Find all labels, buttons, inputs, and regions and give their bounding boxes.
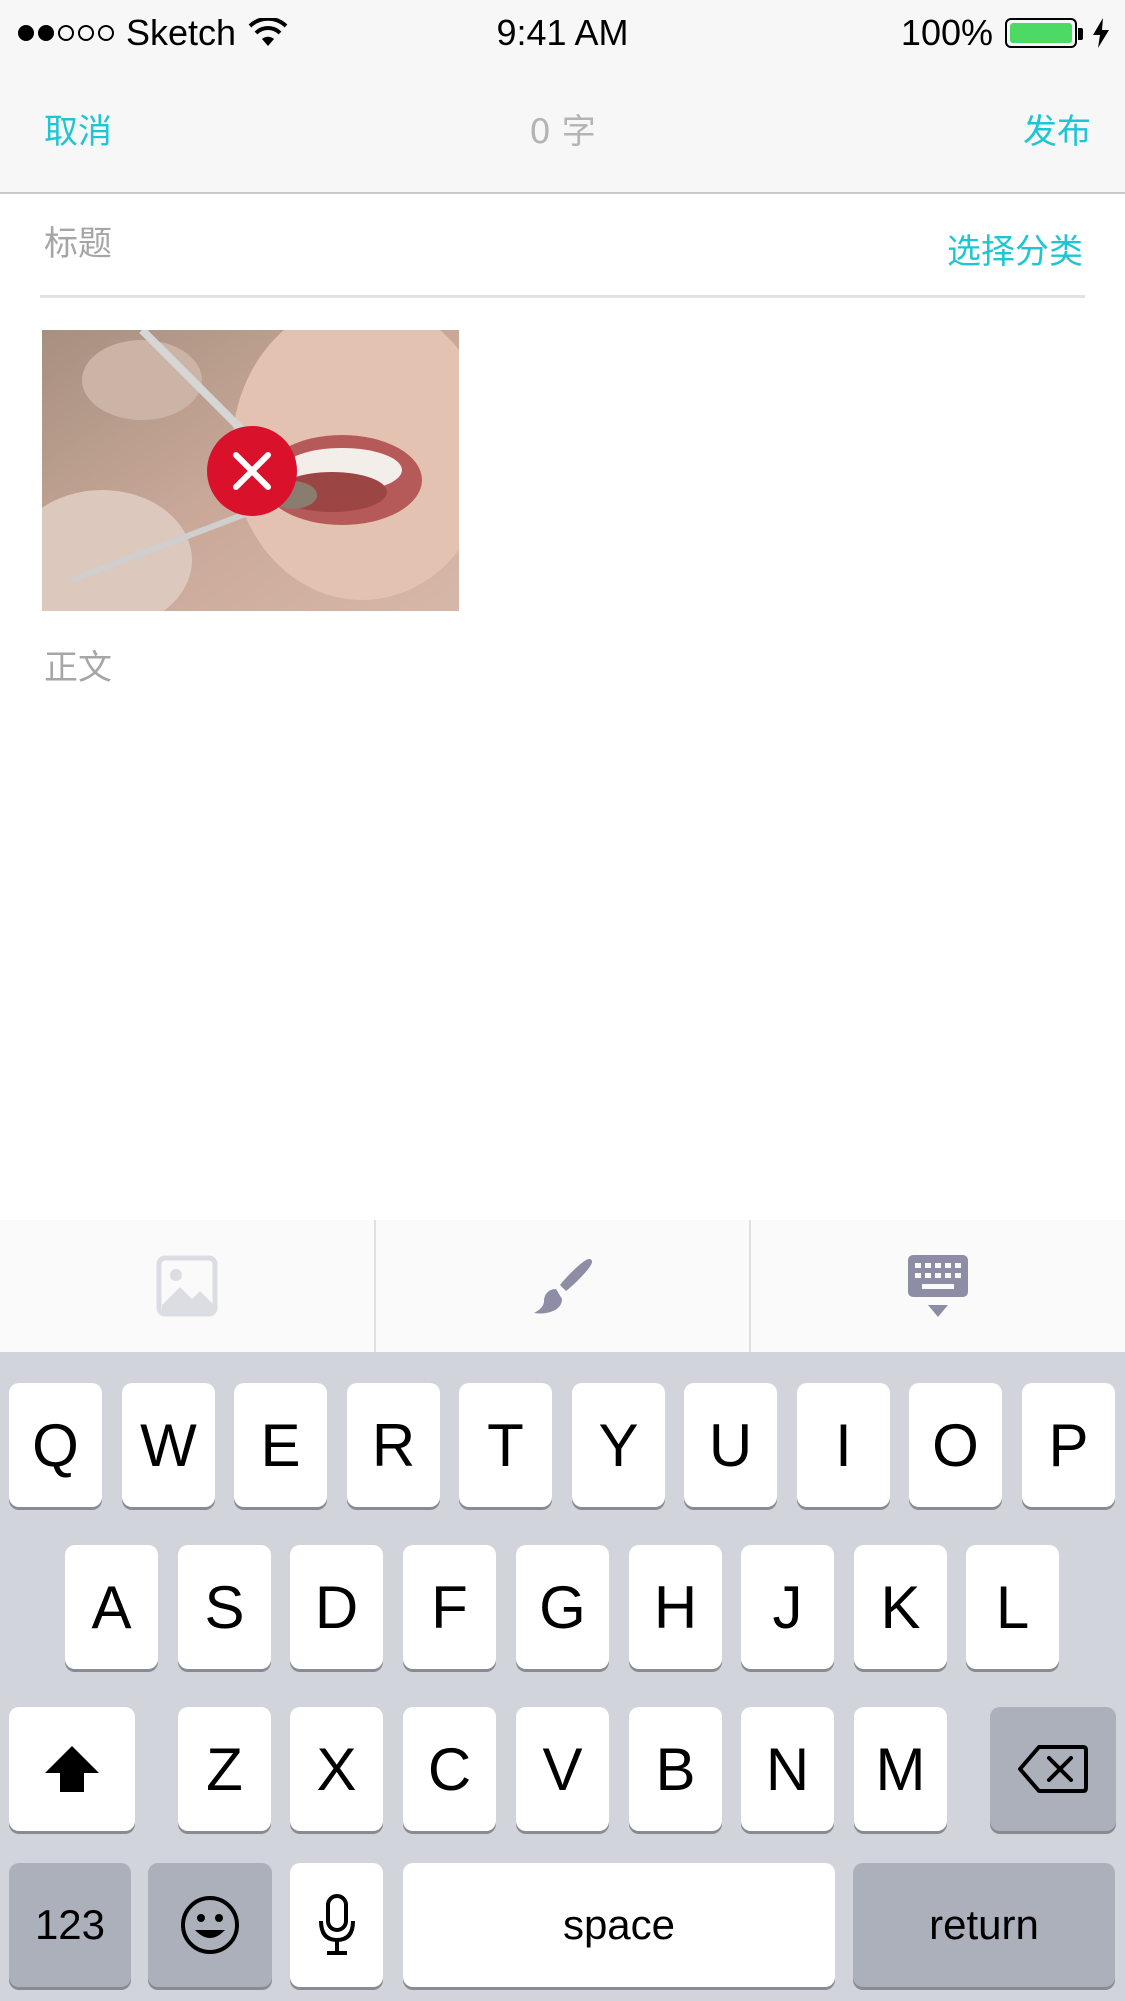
key-m[interactable]: M [854, 1707, 947, 1831]
key-l[interactable]: L [966, 1545, 1059, 1669]
key-x[interactable]: X [290, 1707, 383, 1831]
image-icon [156, 1255, 218, 1317]
key-r[interactable]: R [347, 1383, 440, 1507]
title-input[interactable] [44, 224, 744, 264]
key-w[interactable]: W [122, 1383, 215, 1507]
key-i[interactable]: I [797, 1383, 890, 1507]
publish-button[interactable]: 发布 [1023, 104, 1091, 153]
key-p[interactable]: P [1022, 1383, 1115, 1507]
space-key[interactable]: space [403, 1863, 835, 1987]
body-input[interactable] [44, 640, 1084, 1200]
battery-icon [1005, 18, 1083, 48]
charging-bolt-icon [1093, 18, 1109, 48]
brush-icon [533, 1259, 592, 1314]
key-z[interactable]: Z [178, 1707, 271, 1831]
key-a[interactable]: A [65, 1545, 158, 1669]
status-bar: Sketch 9:41 AM 100% [0, 0, 1125, 64]
navigation-bar: 0 字 取消 发布 [0, 64, 1125, 194]
key-q[interactable]: Q [9, 1383, 102, 1507]
battery-percentage: 100% [900, 12, 993, 53]
key-f[interactable]: F [403, 1545, 496, 1669]
shift-key[interactable] [9, 1707, 135, 1831]
emoji-key[interactable] [148, 1863, 272, 1987]
format-brush-button[interactable] [376, 1220, 752, 1352]
key-h[interactable]: H [629, 1545, 722, 1669]
insert-image-button[interactable] [0, 1220, 376, 1352]
key-g[interactable]: G [516, 1545, 609, 1669]
backspace-icon [1018, 1745, 1088, 1793]
key-n[interactable]: N [741, 1707, 834, 1831]
numbers-key[interactable]: 123 [9, 1863, 131, 1987]
delete-photo-button[interactable] [207, 426, 297, 516]
keyboard-hide-icon [908, 1255, 969, 1317]
key-y[interactable]: Y [572, 1383, 665, 1507]
key-d[interactable]: D [290, 1545, 383, 1669]
key-u[interactable]: U [684, 1383, 777, 1507]
return-key[interactable]: return [853, 1863, 1115, 1987]
character-count: 0 字 [529, 112, 596, 152]
cancel-button[interactable]: 取消 [44, 104, 112, 153]
key-j[interactable]: J [741, 1545, 834, 1669]
key-c[interactable]: C [403, 1707, 496, 1831]
dictation-key[interactable] [290, 1863, 383, 1987]
key-t[interactable]: T [459, 1383, 552, 1507]
key-e[interactable]: E [234, 1383, 327, 1507]
backspace-key[interactable] [990, 1707, 1116, 1831]
key-o[interactable]: O [909, 1383, 1002, 1507]
select-category-button[interactable]: 选择分类 [947, 224, 1083, 273]
key-b[interactable]: B [629, 1707, 722, 1831]
shift-icon [45, 1746, 99, 1792]
emoji-icon [181, 1896, 239, 1954]
hide-keyboard-button[interactable] [751, 1220, 1125, 1352]
editor-toolbar [0, 1220, 1125, 1352]
microphone-icon [318, 1894, 355, 1955]
close-icon [233, 452, 271, 490]
key-s[interactable]: S [178, 1545, 271, 1669]
key-v[interactable]: V [516, 1707, 609, 1831]
keyboard: Q W E R T Y U I O P A S D F G H J K L Z … [0, 1352, 1125, 2001]
title-row: 选择分类 [40, 194, 1085, 298]
key-k[interactable]: K [854, 1545, 947, 1669]
